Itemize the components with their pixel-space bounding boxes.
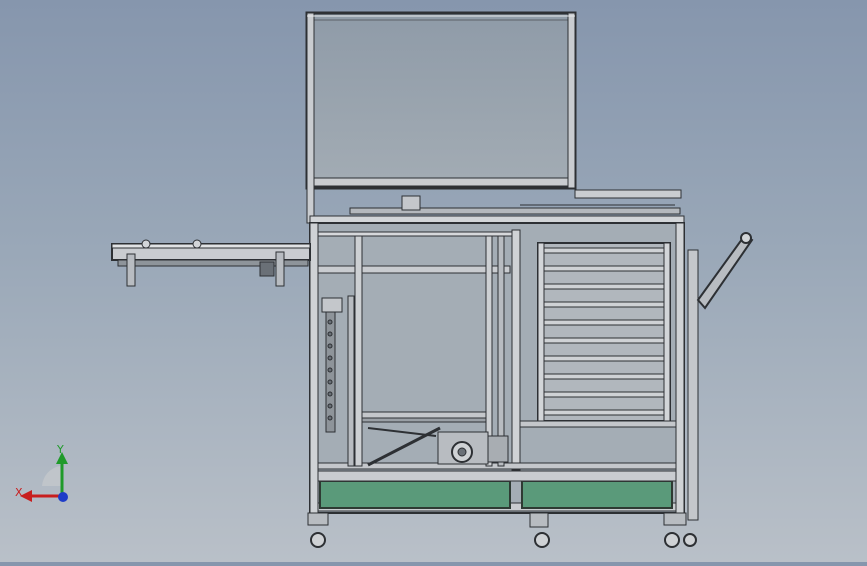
drive-chain <box>327 319 333 421</box>
x-axis-label: X <box>15 486 23 499</box>
triad-plane-icon <box>42 466 62 486</box>
upper-hood <box>305 11 577 224</box>
machine-model[interactable] <box>0 0 867 562</box>
orientation-triad: Y X <box>12 440 82 510</box>
outfeed-arm <box>687 232 754 521</box>
top-rail <box>309 189 685 224</box>
graphics-viewport[interactable] <box>0 0 867 562</box>
lower-panels <box>317 470 677 509</box>
y-axis-label: Y <box>56 443 64 456</box>
shelf-rack <box>519 242 677 428</box>
infeed-conveyor <box>111 239 311 287</box>
caster-wheels <box>307 512 697 548</box>
z-axis-icon <box>58 492 68 502</box>
